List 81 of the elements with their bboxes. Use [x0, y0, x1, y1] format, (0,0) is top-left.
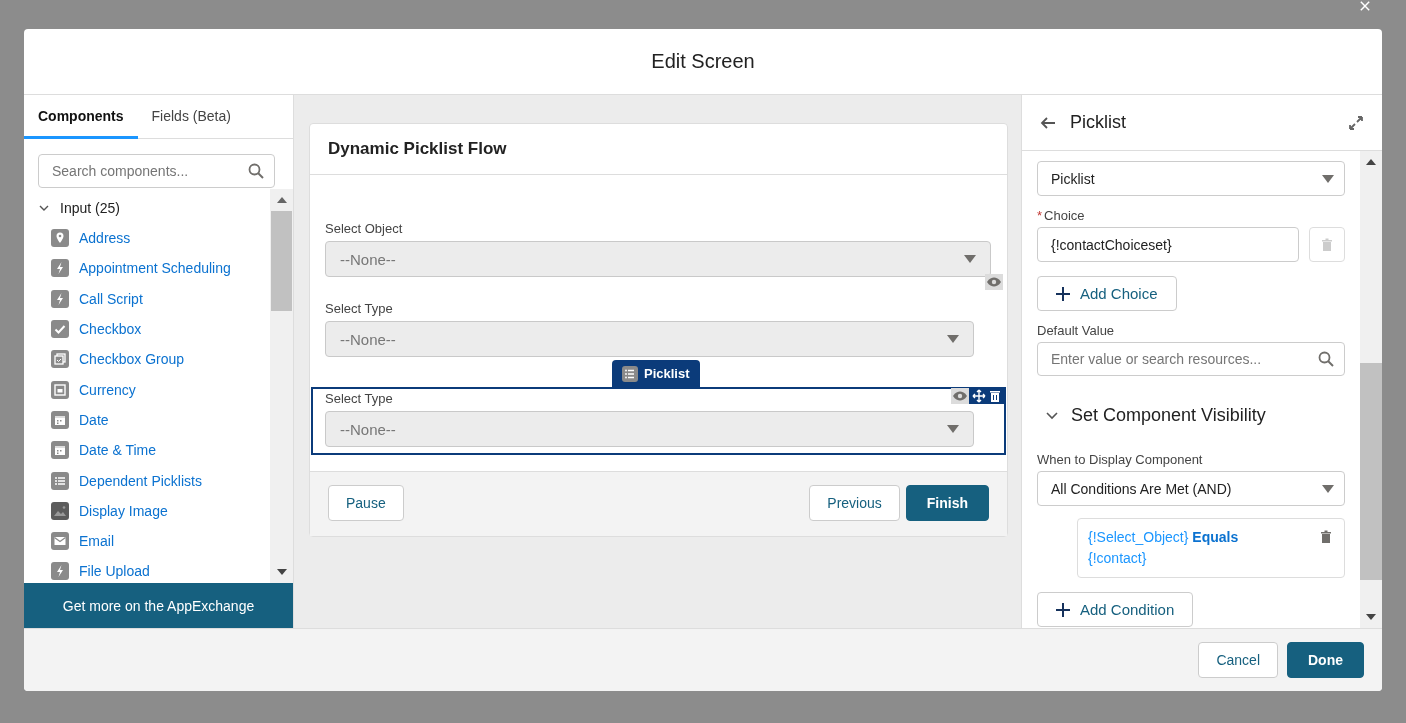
field-label: Select Type [325, 301, 393, 316]
condition-text: {!Select_Object} Equals {!contact} [1088, 528, 1240, 568]
panel-title: Picklist [1070, 112, 1127, 133]
display-condition-select[interactable]: All Conditions Are Met (AND) [1037, 471, 1345, 506]
plus-icon [1056, 286, 1070, 301]
component-item[interactable]: Checkbox Group [79, 351, 185, 368]
back-arrow-icon[interactable] [1040, 114, 1056, 131]
component-item[interactable]: Display Image [79, 502, 168, 519]
group-header[interactable]: Input (25) [38, 198, 270, 218]
section-header[interactable]: Set Component Visibility [1045, 405, 1266, 426]
modal-title: Edit Screen [651, 50, 755, 73]
calendar-icon [51, 410, 69, 429]
scrollbar-thumb[interactable] [271, 211, 292, 311]
eye-icon[interactable] [985, 274, 1003, 290]
tab[interactable]: Components [24, 95, 138, 139]
caret-icon [964, 255, 976, 263]
trash-icon[interactable] [1320, 530, 1332, 544]
scroll-up-icon[interactable] [1366, 159, 1376, 165]
scroll-down-icon[interactable] [276, 569, 287, 575]
component-item[interactable]: Checkbox [79, 321, 142, 338]
cancel-button[interactable]: Cancel [1198, 642, 1278, 678]
checkgroup-icon [51, 350, 69, 369]
pin-icon [51, 229, 69, 248]
add-choice-button[interactable]: Add Choice [1037, 276, 1177, 311]
component-item[interactable]: Date & Time [79, 442, 157, 459]
caret-icon [1322, 174, 1334, 183]
component-item[interactable]: Address [79, 230, 131, 247]
expand-icon[interactable] [1348, 114, 1364, 131]
component-type-select[interactable]: Picklist [1037, 161, 1345, 196]
default-value-field[interactable]: Enter value or search resources... [1037, 342, 1345, 376]
field-label: When to Display Component [1037, 452, 1203, 467]
component-item[interactable]: Appointment Scheduling [79, 260, 231, 277]
search-field[interactable]: Search components... [38, 154, 275, 188]
trash-icon [1321, 237, 1333, 252]
move-delete-icons[interactable] [969, 388, 1005, 404]
caret-icon [947, 425, 959, 433]
list-icon [51, 471, 69, 490]
component-item[interactable]: Dependent Picklists [79, 472, 202, 489]
screen-title: Dynamic Picklist Flow [328, 139, 507, 159]
condition-card[interactable]: {!Select_Object} Equals {!contact} [1077, 518, 1345, 578]
field-label: Select Type [325, 391, 393, 406]
scroll-up-icon[interactable] [276, 197, 287, 203]
scrollbar[interactable] [270, 189, 293, 583]
bolt-icon [51, 259, 69, 278]
done-button[interactable]: Done [1287, 642, 1364, 678]
required-marker: * [1037, 208, 1043, 223]
field-label: Default Value [1037, 323, 1115, 338]
secondary-button[interactable]: Previous [809, 485, 900, 521]
component-item[interactable]: Email [79, 533, 114, 550]
field-label: Choice [1044, 208, 1085, 223]
mail-icon [51, 532, 69, 551]
calendar-icon [51, 441, 69, 460]
eye-icon[interactable] [951, 388, 969, 404]
tab[interactable]: Fields (Beta) [137, 95, 245, 139]
search-icon [248, 163, 264, 179]
caret-icon [947, 335, 959, 343]
scrollbar-thumb[interactable] [1360, 363, 1382, 580]
scrollbar[interactable] [1360, 151, 1382, 628]
image-icon [51, 501, 69, 520]
add-condition-button[interactable]: Add Condition [1037, 592, 1194, 627]
search-icon [1318, 351, 1334, 367]
field-label: Select Object [325, 221, 403, 236]
currency-icon [51, 380, 69, 399]
component-item[interactable]: Call Script [79, 290, 143, 307]
component-item[interactable]: Date [79, 411, 109, 428]
plus-icon [1056, 602, 1070, 617]
check-icon [51, 320, 69, 339]
screen-component[interactable]: Select Object --None-- [311, 217, 1006, 285]
component-item[interactable]: Currency [79, 381, 136, 398]
bolt-icon [51, 289, 69, 308]
appexchange-button[interactable]: Get more on the AppExchange [24, 583, 293, 628]
primary-button[interactable]: Finish [905, 485, 989, 521]
selected-component[interactable]: Select Type --None-- [311, 387, 1006, 455]
bolt-icon [51, 562, 69, 581]
caret-icon [1322, 484, 1334, 493]
list-icon [622, 365, 638, 382]
choice-field[interactable]: {!contactChoiceset} [1037, 227, 1299, 262]
component-item[interactable]: File Upload [79, 563, 150, 580]
scroll-down-icon[interactable] [1366, 614, 1376, 620]
component-tag: Picklist [612, 360, 700, 387]
secondary-button[interactable]: Pause [328, 485, 404, 521]
